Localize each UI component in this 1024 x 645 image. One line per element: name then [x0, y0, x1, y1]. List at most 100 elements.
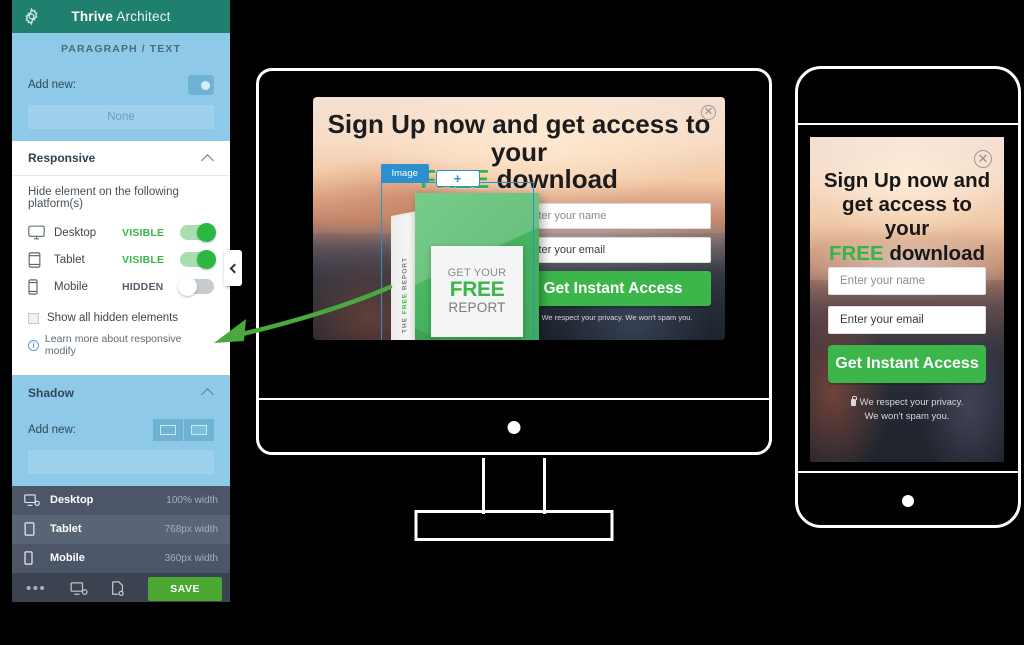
shadow-section: Add new:	[12, 410, 230, 474]
platform-name: Desktop	[54, 226, 97, 239]
add-element-button[interactable]: +	[435, 170, 480, 187]
platform-state: HIDDEN	[122, 280, 164, 293]
green-pointer-arrow	[214, 284, 393, 343]
sidebar-header: Thrive Architect	[12, 0, 230, 33]
phone-bezel-line-bottom	[798, 471, 1018, 473]
mobile-privacy-line1-row: We respect your privacy.	[828, 396, 986, 410]
tablet-preview-icon	[24, 522, 50, 536]
desktop-preview-monitor: ✕ Sign Up now and get access to your FRE…	[256, 68, 772, 541]
chevron-left-icon	[229, 263, 239, 273]
more-options-button[interactable]: •••	[26, 581, 46, 596]
mobile-privacy-note: We respect your privacy. We won't spam y…	[828, 396, 986, 424]
platform-state: VISIBLE	[122, 226, 165, 239]
mobile-icon	[28, 278, 54, 295]
learn-more-label: Learn more about responsive modify	[44, 333, 182, 357]
responsive-panel-body: Hide element on the following platform(s…	[12, 176, 230, 375]
name-input[interactable]: Enter your name	[828, 267, 986, 295]
close-icon[interactable]: ✕	[701, 105, 716, 120]
device-name: Tablet	[50, 523, 82, 535]
shadow-add-new-row: Add new:	[28, 410, 214, 450]
animation-toggle[interactable]	[188, 75, 214, 95]
mobile-headline-line1: Sign Up now and	[823, 169, 991, 192]
lock-icon	[850, 396, 857, 407]
shadow-preset-outline-button[interactable]	[153, 419, 183, 441]
sidebar-collapse-button[interactable]	[224, 250, 242, 286]
popup-headline-line1: Sign Up now and get access to your	[327, 109, 711, 167]
monitor-bezel-line	[259, 398, 769, 400]
shadow-preset-filled-button[interactable]	[184, 419, 214, 441]
phone-home-button[interactable]	[902, 495, 914, 507]
platform-row-mobile: Mobile HIDDEN	[28, 273, 214, 300]
mobile-headline-rest: download	[883, 241, 986, 265]
monitor-stand-base	[414, 510, 614, 541]
show-hidden-elements-row[interactable]: Show all hidden elements	[28, 312, 214, 324]
platform-row-tablet: Tablet VISIBLE	[28, 246, 216, 273]
save-button[interactable]: SAVE	[148, 576, 222, 601]
animation-add-new-row: Add new:	[28, 65, 214, 105]
device-width: 360px width	[164, 552, 218, 564]
thrive-architect-sidebar: Thrive Architect PARAGRAPH / TEXT Add ne…	[12, 0, 230, 602]
mobile-preview-icon	[24, 551, 50, 565]
shadow-value[interactable]	[28, 450, 214, 474]
responsive-panel: Responsive Hide element on the following…	[12, 141, 230, 375]
monitor-stand-neck	[482, 458, 546, 514]
email-input[interactable]: Enter your email	[515, 237, 711, 263]
popup-optin-form: Enter your name Enter your email Get Ins…	[515, 203, 711, 322]
app-title-bold: Thrive	[71, 9, 114, 24]
mobile-headline-line3: FREE download	[818, 242, 996, 266]
shadow-panel-header[interactable]: Shadow	[12, 375, 230, 410]
device-row-mobile[interactable]: Mobile 360px width	[12, 544, 230, 573]
device-name: Desktop	[50, 494, 94, 506]
shadow-title: Shadow	[28, 385, 75, 400]
animation-value[interactable]: None	[28, 105, 214, 129]
monitor-led-dot	[507, 421, 521, 434]
device-width: 100% width	[166, 494, 218, 506]
close-icon[interactable]: ✕	[974, 150, 992, 168]
element-type-label: PARAGRAPH / TEXT	[12, 33, 230, 65]
platform-toggle-desktop[interactable]	[180, 223, 216, 242]
screenshot-root: Thrive Architect PARAGRAPH / TEXT Add ne…	[0, 0, 1024, 645]
mobile-popup: ✕ Sign Up now and get access to your FRE…	[810, 137, 1004, 462]
gear-icon[interactable]	[22, 7, 41, 26]
platform-name: Tablet	[54, 253, 85, 266]
platform-name: Mobile	[54, 280, 88, 293]
responsive-title: Responsive	[28, 151, 96, 165]
tablet-icon	[28, 251, 54, 268]
animation-add-new-label: Add new:	[28, 79, 76, 91]
mobile-headline-line2: get access to your	[842, 193, 972, 241]
device-width: 768px width	[164, 523, 218, 535]
platform-state: VISIBLE	[122, 253, 165, 266]
chevron-up-icon[interactable]	[203, 153, 214, 164]
shadow-add-new-label: Add new:	[28, 424, 76, 436]
sidebar-bottom-bar: ••• SAVE	[12, 573, 230, 602]
platform-toggle-tablet[interactable]	[180, 250, 216, 269]
image-element-badge: Image	[380, 164, 429, 183]
get-instant-access-button[interactable]: Get Instant Access	[515, 271, 711, 306]
email-input[interactable]: Enter your email	[828, 306, 986, 334]
app-title-light: Architect	[113, 9, 171, 24]
chevron-up-icon[interactable]	[203, 387, 214, 398]
responsive-panel-header[interactable]: Responsive	[12, 141, 230, 176]
phone-bezel-line-top	[798, 123, 1018, 125]
learn-more-link[interactable]: i Learn more about responsive modify	[28, 333, 214, 365]
device-preview-icon[interactable]	[70, 581, 88, 596]
mobile-privacy-line2: We won't spam you.	[864, 410, 950, 422]
privacy-text: We respect your privacy. We won't spam y…	[541, 313, 693, 322]
device-row-tablet[interactable]: Tablet 768px width	[12, 515, 230, 544]
shadow-preset-buttons	[153, 419, 214, 441]
image-element-selection[interactable]: Image +	[380, 164, 534, 340]
info-icon: i	[28, 339, 39, 351]
mobile-headline-free: FREE	[828, 241, 884, 265]
animation-section: Add new: None	[12, 65, 230, 129]
get-instant-access-button[interactable]: Get Instant Access	[828, 345, 986, 383]
platform-row-desktop: Desktop VISIBLE	[28, 219, 216, 246]
mobile-popup-headline: Sign Up now and get access to your FREE …	[818, 169, 996, 266]
name-input[interactable]: Enter your name	[515, 203, 711, 229]
page-settings-icon[interactable]	[111, 581, 125, 596]
responsive-hint: Hide element on the following platform(s…	[28, 186, 179, 210]
desktop-preview-icon	[24, 493, 50, 507]
show-hidden-elements-label: Show all hidden elements	[47, 312, 179, 324]
checkbox-icon[interactable]	[28, 312, 39, 324]
device-row-desktop[interactable]: Desktop 100% width	[12, 486, 230, 515]
desktop-icon	[28, 225, 54, 240]
